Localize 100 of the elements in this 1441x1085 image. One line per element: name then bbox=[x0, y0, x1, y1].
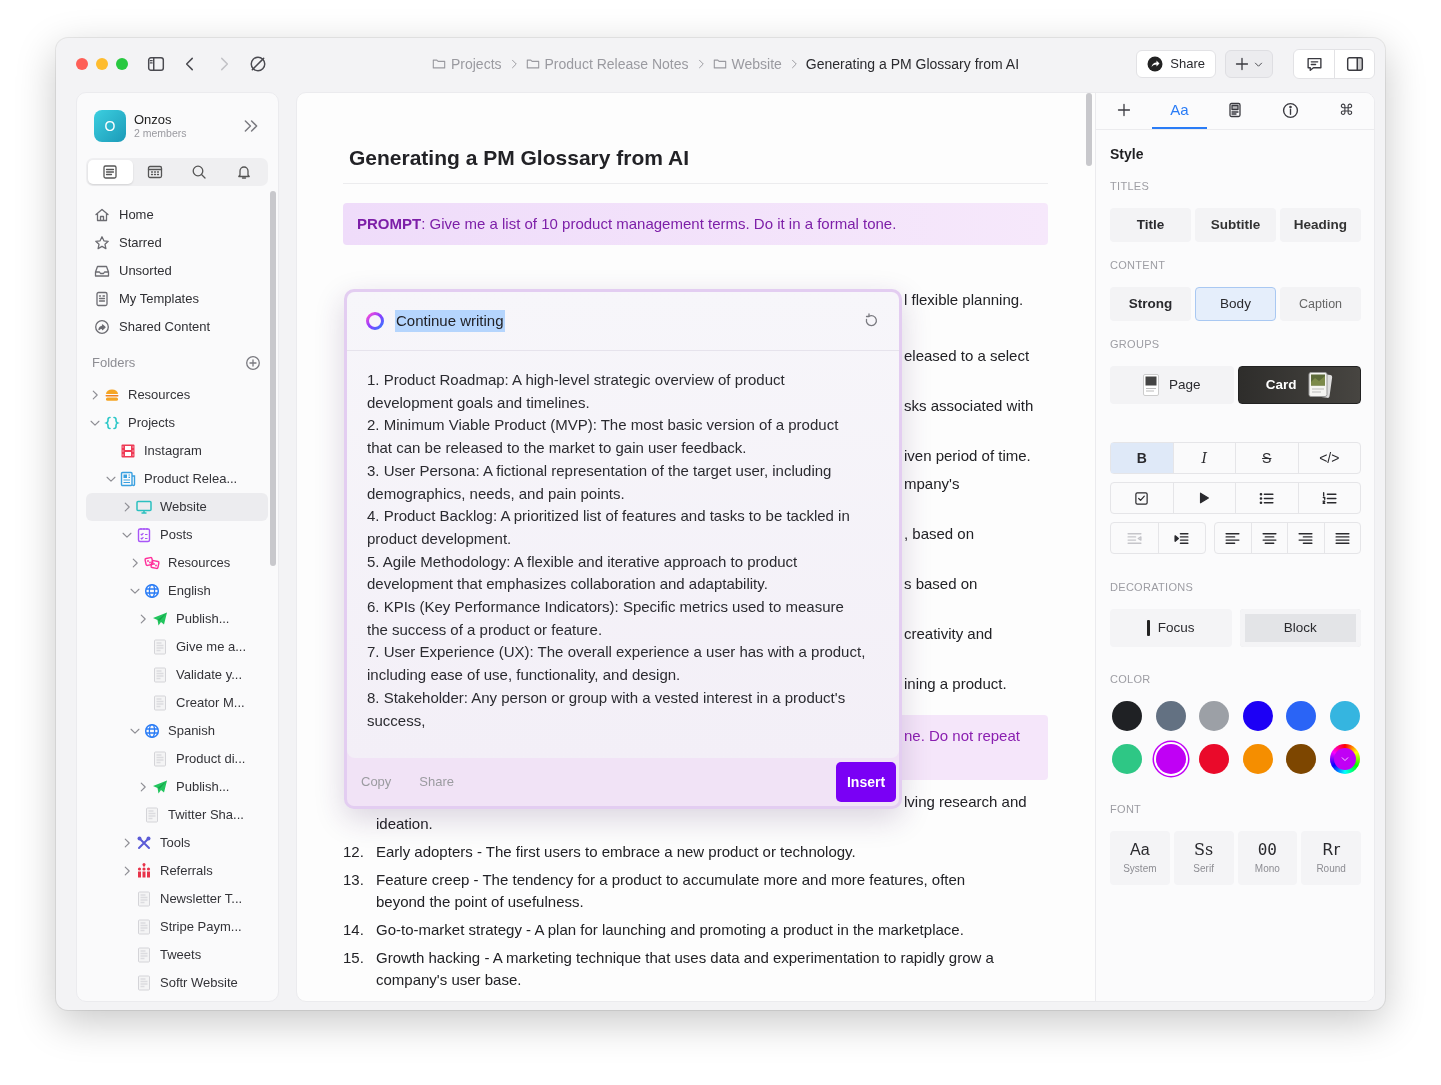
color-swatch[interactable] bbox=[1329, 701, 1360, 731]
format-button[interactable]: S bbox=[1235, 443, 1298, 473]
sidebar-icon bbox=[147, 55, 165, 73]
nav-item[interactable]: Starred bbox=[86, 229, 268, 257]
color-swatch[interactable] bbox=[1199, 744, 1230, 774]
sidebar-tab[interactable] bbox=[88, 160, 133, 184]
card-icon bbox=[1227, 102, 1243, 118]
workspace-avatar: O bbox=[94, 110, 126, 142]
plus-icon bbox=[1115, 102, 1132, 118]
tree-item[interactable]: Publish... bbox=[86, 605, 268, 633]
tree-item[interactable]: Stripe Paym... bbox=[86, 913, 268, 941]
add-folder-button[interactable] bbox=[245, 355, 261, 371]
response-text: 4. Product Backlog: A prioritized list of features and tasks to be tackled in product development. bbox=[367, 506, 851, 549]
tree-item[interactable]: Twitter Sha... bbox=[86, 801, 268, 829]
paragraph-text: mpany's bbox=[904, 474, 961, 494]
font-option[interactable]: Ss Serif bbox=[1173, 831, 1234, 885]
paragraph-text: eleased to a select bbox=[904, 346, 1031, 366]
nav-item[interactable]: Home bbox=[86, 201, 268, 229]
tools-icon bbox=[136, 835, 152, 851]
style-option[interactable]: Heading bbox=[1280, 208, 1361, 242]
workspace-name: Onzos bbox=[134, 113, 173, 127]
panel-tab[interactable]: ⌘ bbox=[1318, 93, 1374, 129]
tree-item[interactable]: Publish... bbox=[86, 773, 268, 801]
share-button[interactable]: Share bbox=[1136, 50, 1216, 78]
font-option[interactable]: Rr Round bbox=[1301, 831, 1361, 885]
loading-ring-icon bbox=[365, 311, 385, 331]
response-text: 2. Minimum Viable Product (MVP): The most basic version of a product that can be released to the market to gain user feedback. bbox=[367, 415, 840, 459]
tree-item[interactable]: Website bbox=[86, 493, 268, 521]
section-label: GROUPS bbox=[1110, 337, 1161, 351]
tree-item[interactable]: Tweets bbox=[86, 941, 268, 969]
tree-item[interactable]: Resources bbox=[86, 549, 268, 577]
scrollbar[interactable] bbox=[270, 191, 276, 566]
color-swatch[interactable] bbox=[1242, 744, 1273, 774]
style-option[interactable]: Title bbox=[1110, 208, 1191, 242]
decoration-option[interactable]: Focus bbox=[1110, 609, 1232, 647]
plus-circle-icon bbox=[245, 355, 261, 371]
color-swatch[interactable] bbox=[1112, 744, 1142, 774]
panel-title: Style bbox=[1110, 146, 1145, 163]
color-swatch[interactable] bbox=[1155, 744, 1186, 774]
scrollbar[interactable] bbox=[1086, 93, 1092, 166]
nav-item[interactable]: Shared Content bbox=[86, 313, 268, 341]
style-option[interactable]: Body bbox=[1195, 287, 1276, 321]
plus-icon bbox=[1234, 56, 1250, 72]
panel-icon bbox=[1345, 55, 1364, 73]
document-icon bbox=[136, 919, 152, 935]
color-swatch[interactable] bbox=[1155, 701, 1186, 731]
member-count: 2 members bbox=[134, 127, 188, 139]
color-swatch[interactable] bbox=[1112, 701, 1142, 731]
tree-item[interactable]: Instagram bbox=[86, 437, 268, 465]
tree-item[interactable]: English bbox=[86, 577, 268, 605]
font-option[interactable]: Aa System bbox=[1110, 831, 1170, 885]
tree-item[interactable]: Tools bbox=[86, 829, 268, 857]
color-swatch[interactable] bbox=[1286, 744, 1317, 774]
style-option[interactable]: Strong bbox=[1110, 287, 1191, 321]
double-chevron-icon bbox=[242, 117, 260, 135]
tree-item[interactable]: Newsletter T... bbox=[86, 885, 268, 913]
tree-item[interactable]: Product Relea... bbox=[86, 465, 268, 493]
tree-item[interactable]: Referrals bbox=[86, 857, 268, 885]
document-icon bbox=[152, 751, 168, 767]
paragraph-text: l flexible planning. bbox=[904, 290, 1025, 310]
tree-item[interactable]: Posts bbox=[86, 521, 268, 549]
panel-tab[interactable]: Aa bbox=[1151, 93, 1208, 129]
style-option[interactable]: Page bbox=[1110, 366, 1234, 404]
color-swatch[interactable] bbox=[1242, 701, 1273, 731]
style-option[interactable]: Subtitle bbox=[1195, 208, 1276, 242]
style-option[interactable]: Card bbox=[1237, 366, 1361, 404]
style-option[interactable]: Caption bbox=[1280, 287, 1361, 321]
notes-icon bbox=[102, 164, 119, 180]
paragraph-text: lving research and bbox=[904, 792, 1028, 812]
tree-item[interactable]: Validate y... bbox=[86, 661, 268, 689]
newspaper-icon bbox=[120, 471, 136, 487]
tree-item[interactable]: Product di... bbox=[86, 745, 268, 773]
color-swatch[interactable] bbox=[1286, 701, 1317, 731]
font-option[interactable]: 00 Mono bbox=[1237, 831, 1298, 885]
close-button[interactable] bbox=[76, 58, 88, 70]
add-menu-button[interactable] bbox=[1225, 50, 1273, 78]
expand-button[interactable] bbox=[242, 117, 260, 135]
tree-item[interactable]: Creator M... bbox=[86, 689, 268, 717]
color-swatch[interactable] bbox=[1199, 701, 1230, 731]
nav-item[interactable]: Unsorted bbox=[86, 257, 268, 285]
section-label: CONTENT bbox=[1110, 258, 1167, 272]
paper-plane-icon bbox=[152, 779, 168, 795]
tree-item[interactable]: Resources bbox=[86, 381, 268, 409]
tree-item[interactable]: Projects bbox=[86, 409, 268, 437]
info-icon bbox=[1282, 101, 1300, 119]
decoration-option[interactable]: Block bbox=[1239, 609, 1361, 647]
section-label: COLOR bbox=[1110, 672, 1152, 686]
tree-item[interactable]: Spanish bbox=[86, 717, 268, 745]
retry-button[interactable] bbox=[863, 313, 879, 329]
color-picker-button[interactable] bbox=[1329, 744, 1360, 774]
format-button[interactable]: I bbox=[1172, 443, 1235, 473]
breadcrumb-link[interactable]: Generating a PM Glossary from AI bbox=[805, 53, 1020, 75]
paragraph-text: iven period of time. bbox=[904, 446, 1032, 466]
tree-item[interactable]: Softr Website bbox=[86, 969, 268, 997]
format-button[interactable]: B bbox=[1111, 443, 1173, 473]
insert-button[interactable]: Insert bbox=[836, 762, 896, 802]
tree-item[interactable]: Give me a... bbox=[86, 633, 268, 661]
list-number: 12. bbox=[343, 842, 365, 862]
nav-item[interactable]: My Templates bbox=[86, 285, 268, 313]
format-button[interactable]: </> bbox=[1297, 443, 1360, 473]
